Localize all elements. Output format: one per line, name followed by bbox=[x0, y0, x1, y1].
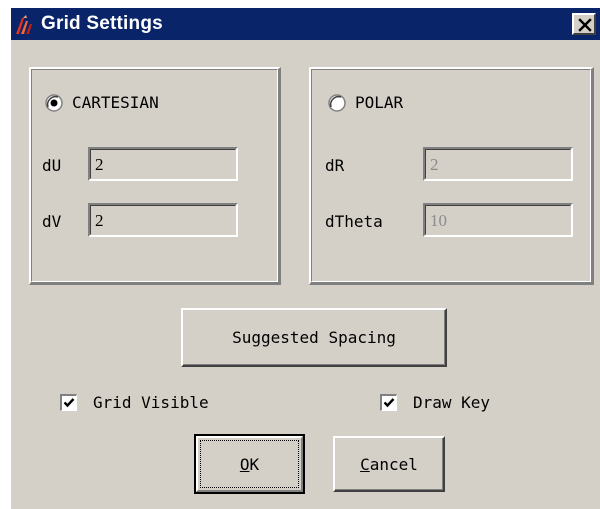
dtheta-field: 10 bbox=[423, 203, 573, 237]
window-title: Grid Settings bbox=[41, 13, 163, 34]
cartesian-group: CARTESIAN dU 2 dV 2 bbox=[29, 67, 281, 285]
draw-key-label[interactable]: Draw Key bbox=[413, 393, 490, 412]
cancel-button[interactable]: Cancel bbox=[333, 436, 445, 492]
dtheta-value: 10 bbox=[425, 205, 571, 235]
close-button[interactable] bbox=[572, 13, 596, 35]
du-label: dU bbox=[42, 156, 62, 175]
dv-label: dV bbox=[42, 212, 62, 231]
polar-group: POLAR dR 2 dTheta 10 bbox=[309, 67, 594, 285]
dr-value: 2 bbox=[425, 149, 571, 179]
polar-radio[interactable] bbox=[328, 94, 346, 112]
cancel-label: Cancel bbox=[335, 455, 443, 474]
grid-settings-dialog: Grid Settings CARTESIAN dU 2 dV 2 POLAR … bbox=[11, 8, 600, 509]
ok-button[interactable]: OK bbox=[194, 434, 305, 494]
dv-value[interactable]: 2 bbox=[90, 205, 236, 235]
dr-field: 2 bbox=[423, 147, 573, 181]
checkmark-icon bbox=[63, 398, 75, 408]
du-value[interactable]: 2 bbox=[90, 149, 236, 179]
dr-label: dR bbox=[325, 156, 345, 175]
grid-visible-label[interactable]: Grid Visible bbox=[93, 393, 209, 412]
app-logo-icon bbox=[15, 15, 37, 35]
suggested-spacing-button[interactable]: Suggested Spacing bbox=[181, 308, 447, 367]
checkmark-icon bbox=[383, 398, 395, 408]
ok-label-rest: K bbox=[249, 455, 260, 474]
cancel-label-rest: ancel bbox=[369, 455, 418, 474]
dv-field[interactable]: 2 bbox=[88, 203, 238, 237]
cartesian-radio[interactable] bbox=[45, 94, 63, 112]
cancel-mnemonic: C bbox=[360, 455, 370, 474]
du-field[interactable]: 2 bbox=[88, 147, 238, 181]
draw-key-checkbox[interactable] bbox=[380, 394, 397, 411]
cartesian-label: CARTESIAN bbox=[72, 93, 159, 112]
ok-label: OK bbox=[196, 455, 303, 474]
close-icon bbox=[578, 18, 592, 32]
grid-visible-checkbox[interactable] bbox=[60, 394, 77, 411]
suggested-spacing-label: Suggested Spacing bbox=[232, 328, 396, 347]
dtheta-label: dTheta bbox=[325, 212, 383, 231]
ok-mnemonic: O bbox=[239, 455, 250, 474]
polar-label: POLAR bbox=[355, 93, 404, 112]
title-bar[interactable]: Grid Settings bbox=[11, 8, 600, 40]
